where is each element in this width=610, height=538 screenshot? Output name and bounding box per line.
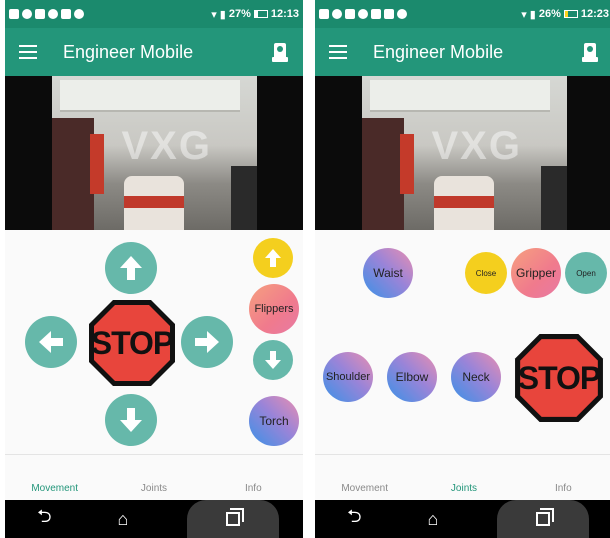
gripper-open-button[interactable]: Open (565, 252, 607, 294)
home-icon[interactable]: ⌂ (418, 509, 448, 530)
shoulder-button[interactable]: Shoulder (323, 352, 373, 402)
arrow-up-icon (265, 249, 281, 267)
tab-movement[interactable]: Movement (315, 483, 414, 494)
app-icon (61, 9, 71, 19)
home-icon[interactable]: ⌂ (108, 509, 138, 530)
shoulder-label: Shoulder (325, 371, 371, 383)
tab-joints[interactable]: Joints (104, 483, 203, 494)
recent-apps-button[interactable] (186, 500, 279, 538)
elbow-label: Elbow (395, 370, 429, 384)
waist-label: Waist (373, 266, 403, 280)
stop-button[interactable]: STOP (87, 298, 177, 388)
torch-label: Torch (259, 414, 289, 428)
app-title: Engineer Mobile (373, 41, 504, 62)
flippers-label: Flippers (254, 303, 294, 315)
movement-controls: STOP Flippers Torch (5, 230, 303, 454)
battery-icon (253, 10, 268, 18)
gallery-icon (345, 9, 355, 19)
back-icon[interactable]: ⮌ (339, 504, 369, 534)
robot-icon[interactable] (581, 41, 599, 63)
battery-percent: 26% (538, 8, 561, 20)
chat-icon (22, 9, 32, 19)
arrow-up-icon (120, 256, 142, 280)
arrow-right-icon (195, 331, 219, 353)
close-label: Close (475, 268, 497, 278)
flippers-down-button[interactable] (253, 340, 293, 380)
tab-movement[interactable]: Movement (5, 483, 104, 494)
n-icon (384, 9, 394, 19)
system-navigation-bar: ⮌ ⌂ (5, 500, 303, 538)
stop-label: STOP (90, 324, 175, 361)
elbow-button[interactable]: Elbow (387, 352, 437, 402)
notification-icon (319, 9, 329, 19)
gripper-button[interactable]: Gripper (511, 248, 561, 298)
torch-button[interactable]: Torch (249, 396, 299, 446)
wifi-icon: ▾ (521, 8, 527, 21)
joint-controls: Waist Close Gripper Open Shoulder Elbow … (315, 230, 610, 454)
camera-feed: VXG (5, 76, 303, 230)
location-icon (48, 9, 58, 19)
signal-icon: ▮ (529, 8, 536, 21)
app-bar: Engineer Mobile (315, 28, 610, 76)
video-watermark: VXG (431, 124, 522, 168)
phone-icon (397, 9, 407, 19)
app-title: Engineer Mobile (63, 41, 194, 62)
stop-label: STOP (517, 359, 602, 396)
status-bar: ▾ ▮ 26% 12:23 (315, 0, 610, 28)
bottom-navigation: Movement Joints Info (5, 454, 303, 500)
phone-screen-joints: ▾ ▮ 26% 12:23 Engineer Mobile VXG Waist … (315, 0, 610, 538)
move-left-button[interactable] (25, 316, 77, 368)
neck-label: Neck (462, 370, 490, 384)
arrow-down-icon (265, 351, 281, 369)
wifi-icon: ▾ (211, 8, 217, 21)
tab-info[interactable]: Info (514, 483, 610, 494)
open-label: Open (576, 268, 596, 278)
app-icon (371, 9, 381, 19)
signal-icon: ▮ (219, 8, 226, 21)
bottom-navigation: Movement Joints Info (315, 454, 610, 500)
back-icon[interactable]: ⮌ (29, 504, 59, 534)
battery-charging-icon (563, 10, 578, 18)
hamburger-menu-icon[interactable] (329, 45, 347, 59)
neck-button[interactable]: Neck (451, 352, 501, 402)
robot-icon[interactable] (271, 41, 289, 63)
flippers-button[interactable]: Flippers (249, 284, 299, 334)
gripper-label: Gripper (515, 266, 556, 280)
stop-button[interactable]: STOP (513, 332, 605, 424)
flippers-up-button[interactable] (253, 238, 293, 278)
clock: 12:13 (270, 8, 299, 20)
clock: 12:23 (580, 8, 609, 20)
system-navigation-bar: ⮌ ⌂ (315, 500, 610, 538)
tab-info[interactable]: Info (204, 483, 303, 494)
notification-icon (9, 9, 19, 19)
camera-feed: VXG (315, 76, 610, 230)
recent-apps-icon (535, 508, 554, 526)
battery-percent: 27% (228, 8, 251, 20)
gallery-icon (35, 9, 45, 19)
chat-icon (332, 9, 342, 19)
status-bar: ▾ ▮ 27% 12:13 (5, 0, 303, 28)
move-forward-button[interactable] (105, 242, 157, 294)
app-bar: Engineer Mobile (5, 28, 303, 76)
waist-button[interactable]: Waist (363, 248, 413, 298)
arrow-left-icon (39, 331, 63, 353)
arrow-down-icon (120, 408, 142, 432)
recent-apps-icon (225, 508, 244, 526)
recent-apps-button[interactable] (496, 500, 589, 538)
move-right-button[interactable] (181, 316, 233, 368)
phone-icon (74, 9, 84, 19)
gripper-close-button[interactable]: Close (465, 252, 507, 294)
move-backward-button[interactable] (105, 394, 157, 446)
tab-joints[interactable]: Joints (414, 483, 513, 494)
hamburger-menu-icon[interactable] (19, 45, 37, 59)
video-watermark: VXG (121, 124, 212, 168)
phone-screen-movement: ▾ ▮ 27% 12:13 Engineer Mobile VXG STOP F… (5, 0, 303, 538)
location-icon (358, 9, 368, 19)
